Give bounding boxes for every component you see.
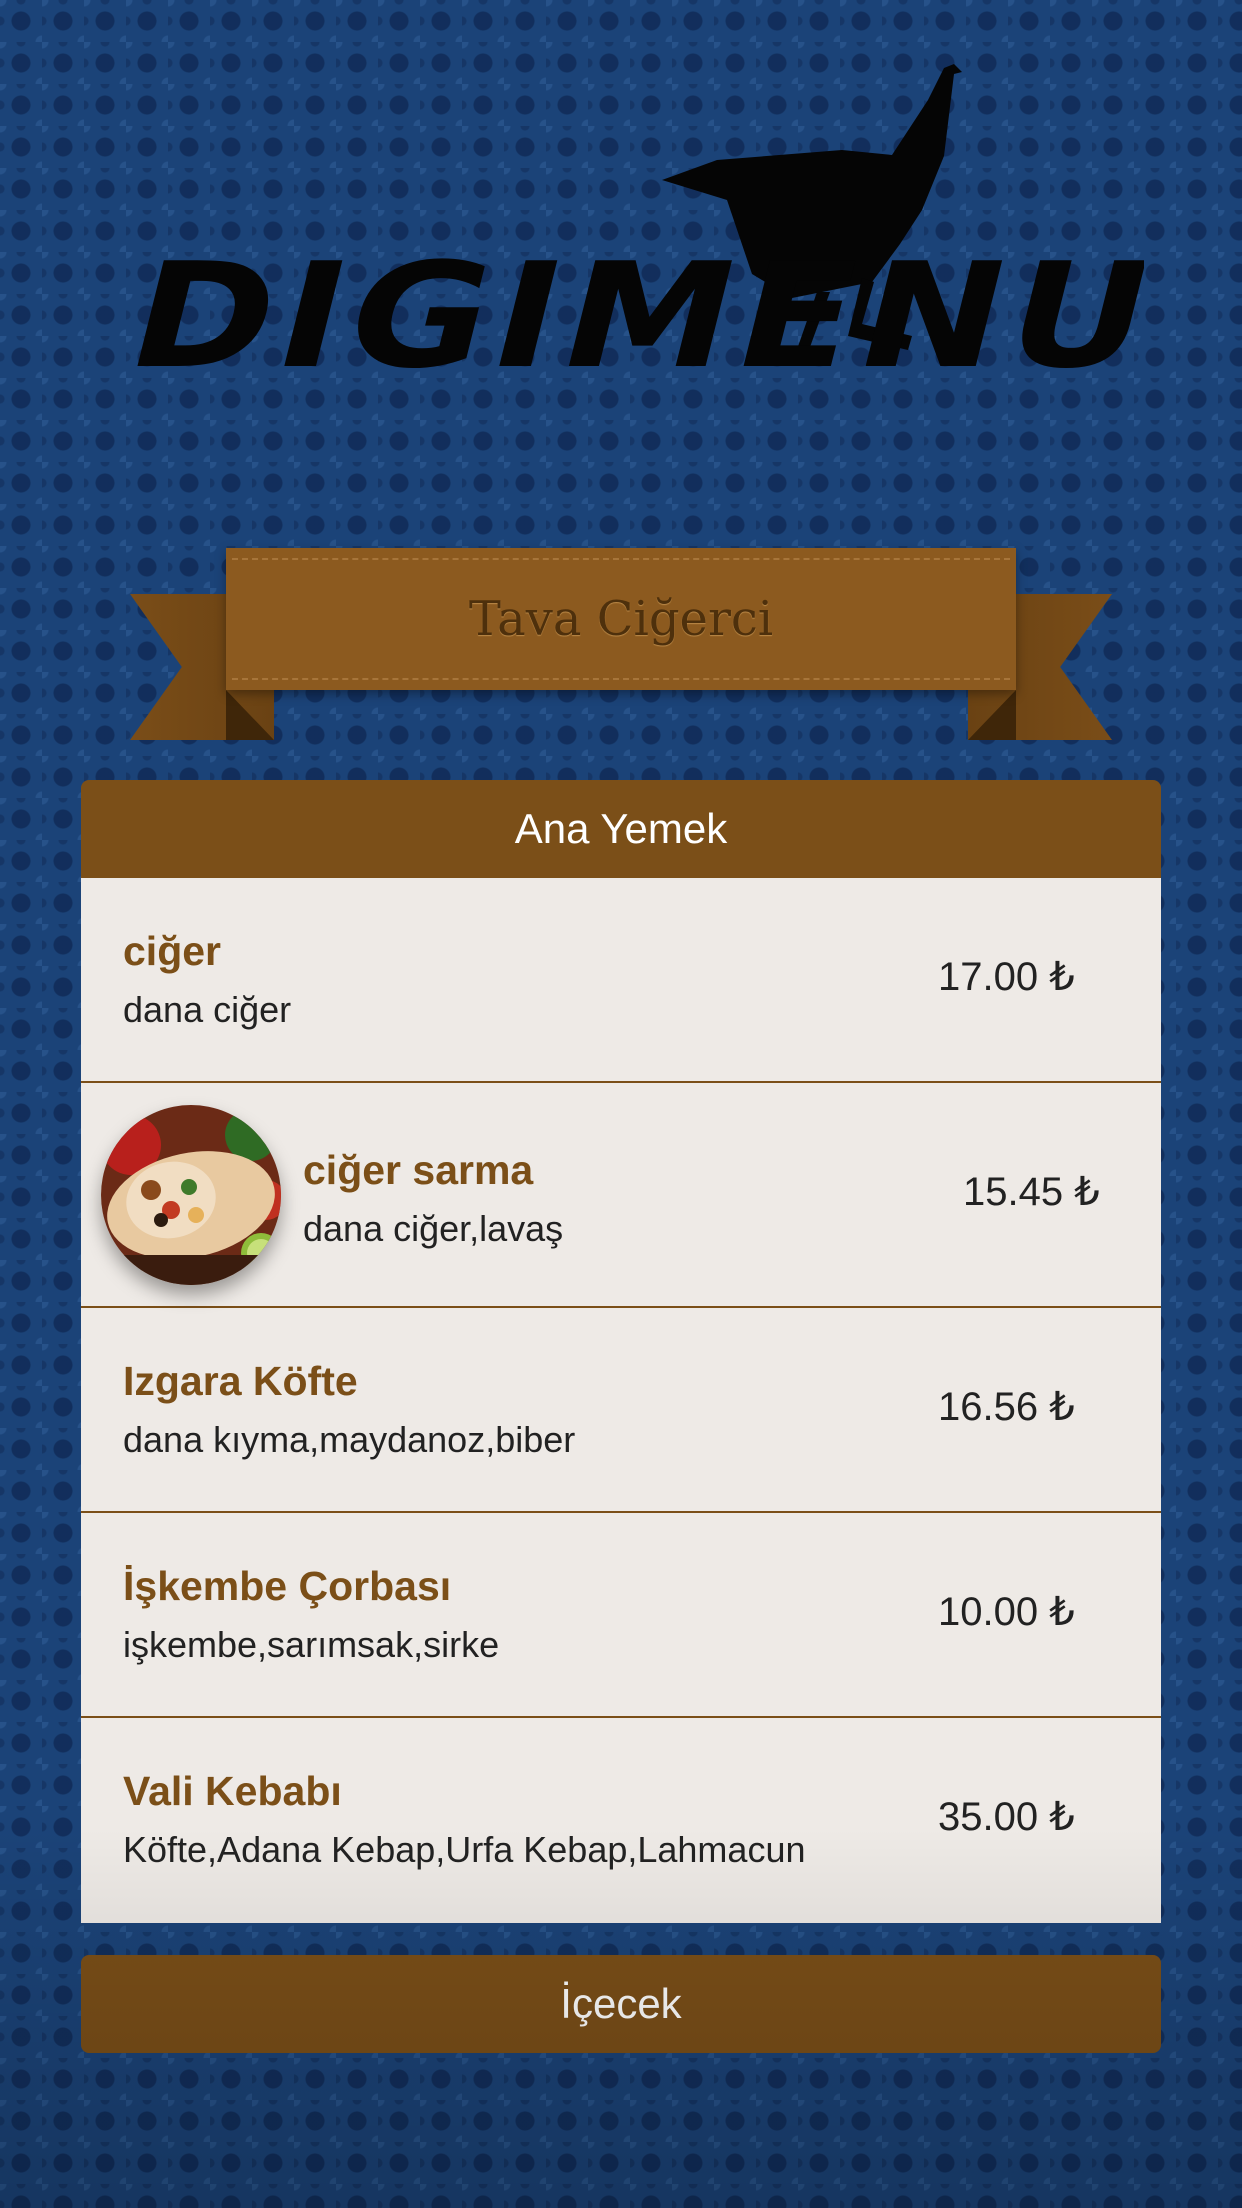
- menu-item-list: ciğer dana ciğer 17.00 ₺ ciğer sarma dan…: [81, 878, 1161, 1923]
- restaurant-name: Tava Ciğerci: [468, 591, 774, 647]
- menu-item-description: dana ciğer,lavaş: [303, 1208, 564, 1249]
- menu-item[interactable]: Vali Kebabı Köfte,Adana Kebap,Urfa Kebap…: [81, 1718, 1161, 1923]
- svg-text:DIGIMENU: DIGIMENU: [113, 231, 1144, 400]
- menu-item-description: işkembe,sarımsak,sirke: [123, 1624, 500, 1665]
- menu-item-price: 15.45 ₺: [963, 1170, 1100, 1214]
- menu-item[interactable]: ciğer sarma dana ciğer,lavaş 15.45 ₺: [81, 1083, 1161, 1308]
- menu-item-description: Köfte,Adana Kebap,Urfa Kebap,Lahmacun: [123, 1829, 806, 1870]
- restaurant-banner: Tava Ciğerci: [130, 540, 1112, 740]
- menu-item-text: Izgara Köfte dana kıyma,maydanoz,biber: [123, 1358, 575, 1461]
- banner-ribbon: Tava Ciğerci: [226, 548, 1016, 690]
- menu-item-name: ciğer sarma: [303, 1147, 534, 1193]
- menu-item-text: Vali Kebabı Köfte,Adana Kebap,Urfa Kebap…: [123, 1768, 806, 1871]
- menu-item-name: ciğer: [123, 928, 221, 974]
- menu-item-name: Vali Kebabı: [123, 1768, 342, 1814]
- menu-item-price: 35.00 ₺: [938, 1795, 1075, 1839]
- menu-item-text: ciğer sarma dana ciğer,lavaş: [303, 1147, 563, 1250]
- menu-item-description: dana kıyma,maydanoz,biber: [123, 1419, 576, 1460]
- menu-item-description: dana ciğer: [123, 989, 292, 1030]
- menu-item-price: 17.00 ₺: [938, 955, 1075, 999]
- menu-item-price: 10.00 ₺: [938, 1590, 1075, 1634]
- menu-item-name: Izgara Köfte: [123, 1358, 358, 1404]
- menu-item[interactable]: İşkembe Çorbası işkembe,sarımsak,sirke 1…: [81, 1513, 1161, 1718]
- menu-item-price: 16.56 ₺: [938, 1385, 1075, 1429]
- menu-item[interactable]: Izgara Köfte dana kıyma,maydanoz,biber 1…: [81, 1308, 1161, 1513]
- category-header-icecek[interactable]: İçecek: [81, 1955, 1161, 2053]
- menu-item-text: İşkembe Çorbası işkembe,sarımsak,sirke: [123, 1563, 499, 1666]
- menu-item[interactable]: ciğer dana ciğer 17.00 ₺: [81, 878, 1161, 1083]
- category-header-ana-yemek[interactable]: Ana Yemek: [81, 780, 1161, 878]
- wrap-photo[interactable]: [101, 1105, 281, 1285]
- menu-item-name: İşkembe Çorbası: [123, 1563, 452, 1609]
- menu-item-text: ciğer dana ciğer: [123, 928, 291, 1031]
- digimenu-logo: DIGIMENU: [113, 64, 1144, 400]
